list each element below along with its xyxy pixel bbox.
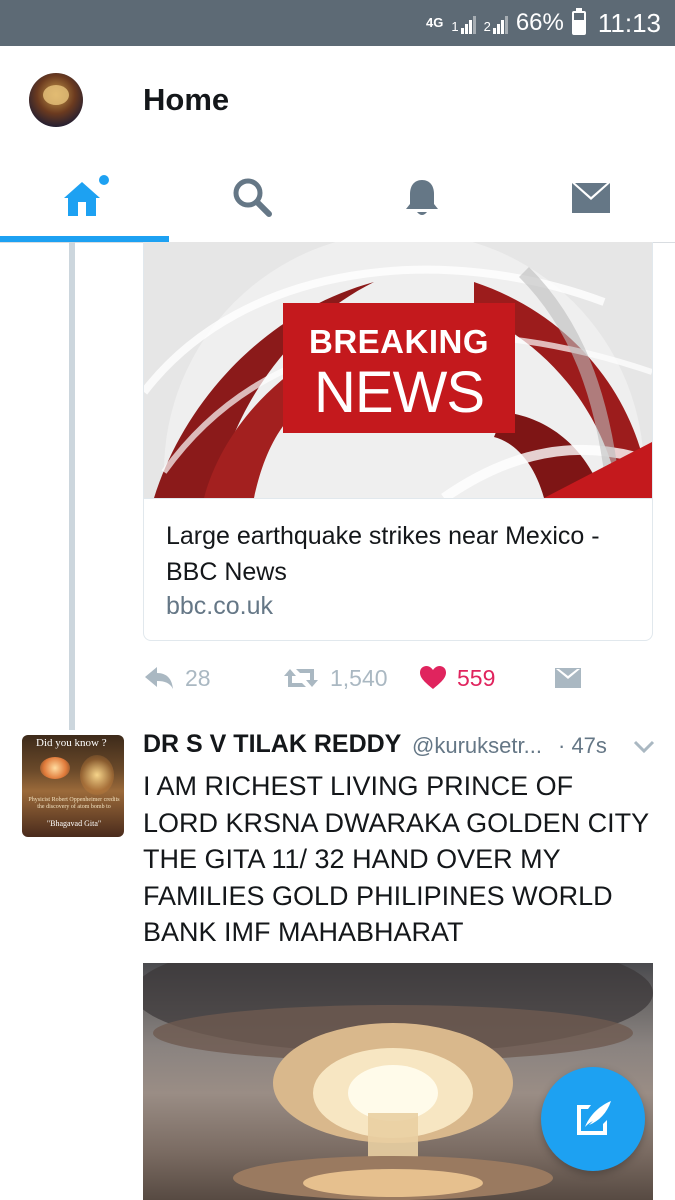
tab-home[interactable] [0, 154, 169, 242]
bell-icon [405, 180, 438, 215]
card-domain: bbc.co.uk [166, 592, 274, 620]
breaking-label: BREAKING [308, 323, 489, 360]
avatar-caption-bottom: "Bhagavad Gita" [46, 819, 102, 828]
compose-quill-icon [577, 1101, 611, 1135]
envelope-icon [571, 183, 610, 213]
retweet-count: 1,540 [330, 664, 388, 691]
tab-search[interactable] [169, 154, 338, 242]
direct-message-button[interactable] [553, 658, 583, 698]
like-button[interactable]: 559 [419, 658, 495, 698]
card-title: Large earthquake strikes near Mexico - B… [166, 522, 600, 586]
home-icon [64, 175, 110, 216]
battery-icon [571, 8, 586, 35]
link-card[interactable]: BREAKING NEWS Large earthquake strikes n… [143, 242, 653, 641]
reply-button[interactable]: 28 [143, 658, 211, 698]
breaking-news-banner: BREAKING NEWS [283, 303, 515, 433]
battery-percent: 66% [515, 9, 564, 36]
sim2-label: 2 [483, 19, 491, 34]
tab-messages[interactable] [506, 154, 675, 242]
like-count: 559 [457, 664, 496, 691]
heart-icon [420, 666, 446, 689]
tab-notifications[interactable] [338, 154, 507, 242]
envelope-icon [555, 668, 581, 688]
clock: 11:13 [597, 7, 661, 38]
status-bar: 4G 1 2 66% 11:13 [0, 0, 675, 46]
reply-count: 28 [185, 664, 211, 691]
tweet-author-avatar[interactable]: Did you know ? Physicist Robert Oppenhei… [22, 735, 124, 837]
sim2-signal-icon: 2 [484, 12, 508, 34]
avatar-caption-mid: Physicist Robert Oppenheimer credits the… [28, 797, 120, 810]
chevron-down-icon[interactable] [633, 740, 655, 754]
app-header: Home [0, 46, 675, 243]
reply-icon [145, 667, 173, 689]
tweet-header: DR S V TILAK REDDY @kuruksetr... · 47s [143, 730, 663, 766]
retweet-button[interactable]: 1,540 [282, 658, 388, 698]
tab-bar [0, 154, 675, 242]
sim1-label: 1 [451, 19, 459, 34]
tweet-timestamp: · 47s [558, 733, 607, 758]
tweet-text: I AM RICHEST LIVING PRINCE OF LORD KRSNA… [143, 771, 649, 947]
sim1-signal-icon: 1 [451, 12, 476, 34]
author-handle[interactable]: @kuruksetr... [412, 733, 542, 759]
retweet-icon [284, 669, 318, 687]
page-title: Home [143, 82, 230, 117]
compose-tweet-button[interactable] [541, 1067, 645, 1171]
author-name[interactable]: DR S V TILAK REDDY [143, 730, 401, 759]
thread-line [69, 242, 75, 730]
tweet-actions: 28 1,540 559 [143, 658, 643, 698]
news-label: NEWS [314, 360, 485, 425]
network-indicator: 4G [426, 15, 444, 30]
avatar-caption-top: Did you know ? [36, 737, 107, 749]
profile-avatar[interactable] [29, 73, 83, 127]
card-image: BREAKING NEWS [144, 242, 652, 499]
search-icon [233, 178, 273, 217]
